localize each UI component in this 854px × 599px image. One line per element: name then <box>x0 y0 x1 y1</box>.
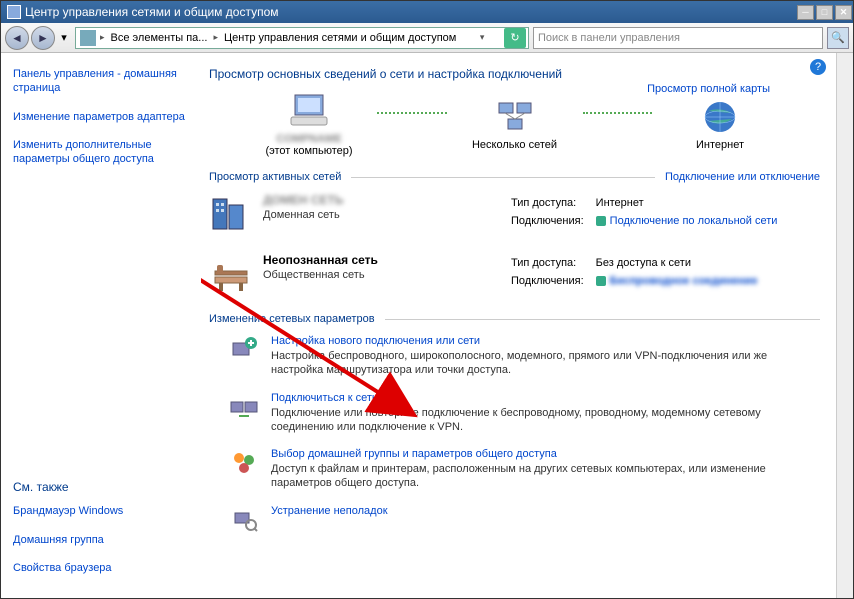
network-row-public: Неопознанная сеть Общественная сеть Тип … <box>209 253 820 297</box>
network-type: Общественная сеть <box>263 269 378 281</box>
homegroup-icon <box>229 448 259 478</box>
connect-network-icon <box>229 392 259 422</box>
page-heading: Просмотр основных сведений о сети и наст… <box>209 67 820 81</box>
forward-button[interactable]: ► <box>31 26 55 50</box>
connection-link[interactable]: Беспроводное соединение <box>610 275 758 287</box>
action-connect-network[interactable]: Подключиться к сети Подключение или повт… <box>229 392 820 435</box>
divider <box>351 177 655 178</box>
breadcrumb-seg2[interactable]: Центр управления сетями и общим доступом <box>220 32 460 44</box>
access-type-value: Без доступа к сети <box>596 255 768 271</box>
sidebar-homegroup[interactable]: Домашняя группа <box>13 533 189 547</box>
window-title: Центр управления сетями и общим доступом <box>25 5 279 19</box>
access-type-label: Тип доступа: <box>511 195 594 211</box>
back-button[interactable]: ◄ <box>5 26 29 50</box>
network-type: Доменная сеть <box>263 209 344 221</box>
sidebar-firewall[interactable]: Брандмауэр Windows <box>13 504 189 518</box>
search-input[interactable]: Поиск в панели управления <box>533 27 823 49</box>
breadcrumb-seg1[interactable]: Все элементы па... <box>107 32 212 44</box>
action-title[interactable]: Настройка нового подключения или сети <box>271 335 820 347</box>
refresh-button[interactable]: ↻ <box>504 28 526 48</box>
toolbar: ◄ ► ▾ ▸ Все элементы па... ▸ Центр управ… <box>1 23 853 53</box>
title-bar: Центр управления сетями и общим доступом… <box>1 1 853 23</box>
action-desc: Доступ к файлам и принтерам, расположенн… <box>271 462 820 491</box>
full-map-link[interactable]: Просмотр полной карты <box>647 83 770 95</box>
control-panel-icon <box>80 30 96 46</box>
network-name: Неопознанная сеть <box>263 253 378 267</box>
public-network-icon <box>209 253 253 297</box>
help-icon[interactable]: ? <box>810 59 826 75</box>
main-content: ? Просмотр основных сведений о сети и на… <box>201 53 836 598</box>
action-title[interactable]: Устранение неполадок <box>271 505 388 517</box>
computer-name-label: COMPNAME <box>276 133 341 145</box>
connection-line <box>583 112 653 114</box>
network-diagram: Просмотр полной карты COMPNAME (этот ком… <box>249 93 780 157</box>
action-desc: Подключение или повторное подключение к … <box>271 406 820 435</box>
see-also-header: См. также <box>13 480 189 494</box>
node-this-computer: COMPNAME (этот компьютер) <box>249 93 369 157</box>
network-name: ДОМЕН СЕТЬ <box>263 193 344 207</box>
active-networks-header: Просмотр активных сетей <box>209 171 341 183</box>
action-title[interactable]: Выбор домашней группы и параметров общег… <box>271 448 820 460</box>
vertical-scrollbar[interactable] <box>836 53 853 598</box>
address-bar[interactable]: ▸ Все элементы па... ▸ Центр управления … <box>75 27 529 49</box>
sidebar-adapter-settings[interactable]: Изменение параметров адаптера <box>13 110 189 124</box>
sidebar-sharing-settings[interactable]: Изменить дополнительные параметры общего… <box>13 138 189 167</box>
change-settings-header: Изменение сетевых параметров <box>209 313 375 325</box>
action-homegroup[interactable]: Выбор домашней группы и параметров общег… <box>229 448 820 491</box>
search-placeholder: Поиск в панели управления <box>538 32 680 44</box>
internet-label: Интернет <box>696 139 744 151</box>
connection-line <box>377 112 447 114</box>
networks-label: Несколько сетей <box>472 139 557 151</box>
chevron-icon[interactable]: ▸ <box>98 32 107 43</box>
networks-icon <box>495 99 535 135</box>
addr-dropdown[interactable]: ▾ <box>478 32 487 43</box>
close-button[interactable]: ✕ <box>835 5 852 20</box>
this-computer-label: (этот компьютер) <box>265 145 352 157</box>
network-row-domain: ДОМЕН СЕТЬ Доменная сеть Тип доступа:Инт… <box>209 193 820 237</box>
new-connection-icon <box>229 335 259 365</box>
divider <box>385 319 820 320</box>
connections-label: Подключения: <box>511 213 594 229</box>
action-new-connection[interactable]: Настройка нового подключения или сети На… <box>229 335 820 378</box>
app-icon <box>7 5 21 19</box>
connection-link[interactable]: Подключение по локальной сети <box>610 215 778 227</box>
chevron-icon[interactable]: ▸ <box>211 32 220 43</box>
connections-label: Подключения: <box>511 273 594 289</box>
globe-icon <box>700 99 740 135</box>
troubleshoot-icon <box>229 505 259 535</box>
computer-icon <box>289 93 329 129</box>
domain-network-icon <box>209 193 253 237</box>
node-internet: Интернет <box>660 99 780 151</box>
sidebar-home[interactable]: Панель управления - домашняя страница <box>13 67 189 96</box>
nav-history-dropdown[interactable]: ▾ <box>57 26 71 50</box>
lan-icon <box>596 216 606 226</box>
sidebar-browser[interactable]: Свойства браузера <box>13 561 189 575</box>
node-networks: Несколько сетей <box>455 99 575 151</box>
minimize-button[interactable]: ─ <box>797 5 814 20</box>
action-desc: Настройка беспроводного, широкополосного… <box>271 349 820 378</box>
sidebar: Панель управления - домашняя страница Из… <box>1 53 201 598</box>
action-troubleshoot[interactable]: Устранение неполадок <box>229 505 820 535</box>
access-type-value: Интернет <box>596 195 788 211</box>
connect-disconnect-link[interactable]: Подключение или отключение <box>665 171 820 183</box>
access-type-label: Тип доступа: <box>511 255 594 271</box>
wifi-icon <box>596 276 606 286</box>
maximize-button[interactable]: □ <box>816 5 833 20</box>
search-button[interactable]: 🔍 <box>827 27 849 49</box>
action-title[interactable]: Подключиться к сети <box>271 392 820 404</box>
